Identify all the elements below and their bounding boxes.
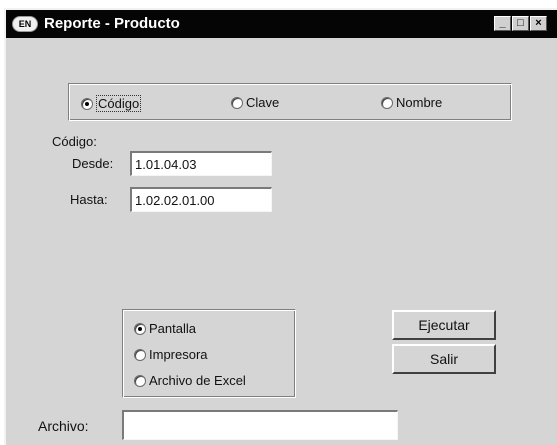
exit-button[interactable]: Salir bbox=[392, 344, 496, 374]
output-group: Pantalla Impresora Archivo de Excel bbox=[122, 309, 296, 398]
maximize-button[interactable]: □ bbox=[512, 16, 529, 31]
radio-clave[interactable]: Clave bbox=[231, 95, 279, 110]
radio-archivo-excel-label: Archivo de Excel bbox=[149, 373, 246, 388]
radio-codigo-label: Código bbox=[96, 95, 142, 112]
file-field[interactable] bbox=[122, 410, 398, 440]
minimize-button[interactable]: _ bbox=[494, 16, 511, 31]
radio-pantalla-label: Pantalla bbox=[149, 321, 196, 336]
radio-clave-label: Clave bbox=[246, 95, 280, 110]
radio-archivo-excel[interactable]: Archivo de Excel bbox=[134, 373, 246, 388]
criteria-group: Código Clave Nombre bbox=[68, 83, 512, 121]
radio-impresora[interactable]: Impresora bbox=[134, 347, 208, 362]
radio-unchecked-icon bbox=[381, 96, 393, 109]
close-button[interactable]: × bbox=[530, 16, 547, 31]
window-title: Reporte - Producto bbox=[44, 15, 180, 32]
from-label: Desde: bbox=[72, 156, 114, 171]
radio-checked-icon bbox=[81, 97, 93, 110]
radio-unchecked-icon bbox=[134, 374, 146, 387]
radio-unchecked-icon bbox=[231, 96, 243, 109]
to-field[interactable] bbox=[130, 187, 272, 212]
app-icon: EN bbox=[12, 16, 38, 32]
to-label: Hasta: bbox=[70, 192, 108, 207]
range-section-label: Código: bbox=[52, 134, 97, 149]
radio-pantalla[interactable]: Pantalla bbox=[134, 321, 196, 336]
radio-nombre-label: Nombre bbox=[396, 95, 443, 110]
title-bar[interactable]: EN Reporte - Producto _ □ × bbox=[6, 10, 557, 38]
radio-nombre[interactable]: Nombre bbox=[381, 95, 442, 110]
radio-unchecked-icon bbox=[134, 348, 146, 361]
from-field[interactable] bbox=[130, 151, 272, 176]
radio-impresora-label: Impresora bbox=[149, 347, 208, 362]
radio-codigo[interactable]: Código bbox=[81, 95, 142, 112]
report-window: EN Reporte - Producto _ □ × Código Clave… bbox=[4, 8, 557, 445]
execute-button[interactable]: Ejecutar bbox=[392, 310, 496, 340]
file-label: Archivo: bbox=[38, 418, 89, 434]
radio-checked-icon bbox=[134, 322, 146, 335]
